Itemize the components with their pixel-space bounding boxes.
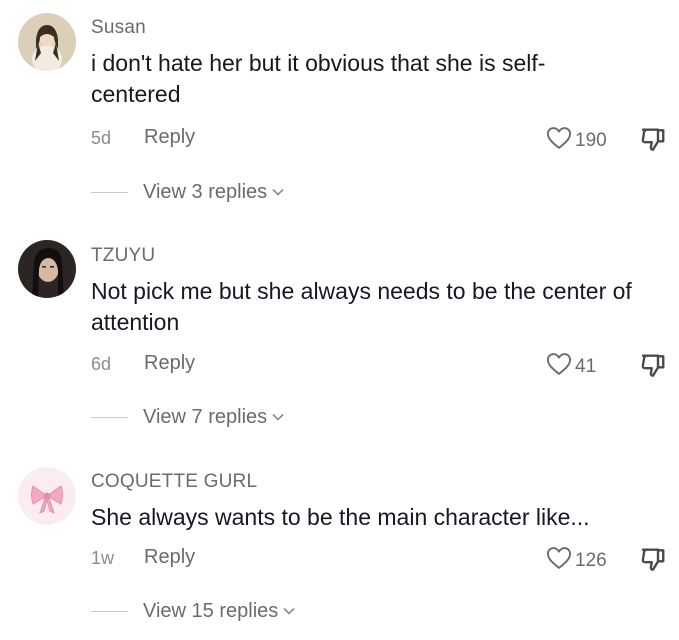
dislike-button[interactable]	[638, 350, 668, 385]
avatar[interactable]	[18, 467, 76, 525]
comment-time: 1w	[91, 548, 115, 568]
dislike-button[interactable]	[638, 124, 668, 159]
comment-username[interactable]: COQUETTE GURL	[91, 471, 257, 493]
like-button[interactable]: 126	[545, 544, 607, 577]
comment-time: 5d	[91, 128, 112, 148]
thumbs-down-icon	[638, 354, 668, 384]
like-button[interactable]: 190	[545, 124, 607, 157]
like-count: 190	[575, 129, 607, 151]
comment-meta: 5d Reply 190	[91, 124, 679, 154]
chevron-down-icon	[271, 185, 285, 199]
reply-button[interactable]: Reply	[144, 126, 195, 149]
like-count: 41	[575, 355, 597, 377]
divider	[91, 610, 128, 612]
chevron-down-icon	[271, 410, 285, 424]
view-replies-button[interactable]: View 7 replies	[91, 403, 285, 431]
divider	[91, 416, 128, 418]
view-replies-label: View 15 replies	[143, 599, 279, 622]
like-count: 126	[575, 549, 607, 571]
comment-text: i don't hate her but it obvious that she…	[91, 50, 546, 107]
comment-meta: 6d Reply 41	[91, 350, 679, 380]
view-replies-label: View 3 replies	[143, 180, 268, 203]
reply-button[interactable]: Reply	[144, 352, 195, 375]
comment-text: She always wants to be the main characte…	[91, 504, 590, 530]
heart-outline-icon	[545, 544, 573, 577]
avatar[interactable]	[18, 13, 76, 71]
dislike-button[interactable]	[638, 544, 668, 579]
comment-username[interactable]: TZUYU	[91, 245, 155, 267]
comment-text: Not pick me but she always needs to be t…	[91, 278, 632, 335]
view-replies-label: View 7 replies	[143, 405, 268, 428]
thumbs-down-icon	[638, 548, 668, 578]
comment-time: 6d	[91, 354, 112, 374]
like-button[interactable]: 41	[545, 350, 596, 383]
view-replies-button[interactable]: View 15 replies	[91, 597, 296, 625]
chevron-down-icon	[282, 604, 296, 618]
comment-username[interactable]: Susan	[91, 17, 146, 39]
thumbs-down-icon	[638, 128, 668, 158]
heart-outline-icon	[545, 124, 573, 157]
divider	[91, 191, 128, 193]
comment-meta: 1w Reply 126	[91, 544, 679, 574]
reply-button[interactable]: Reply	[144, 546, 195, 569]
heart-outline-icon	[545, 350, 573, 383]
avatar[interactable]	[18, 240, 76, 298]
view-replies-button[interactable]: View 3 replies	[91, 178, 285, 206]
